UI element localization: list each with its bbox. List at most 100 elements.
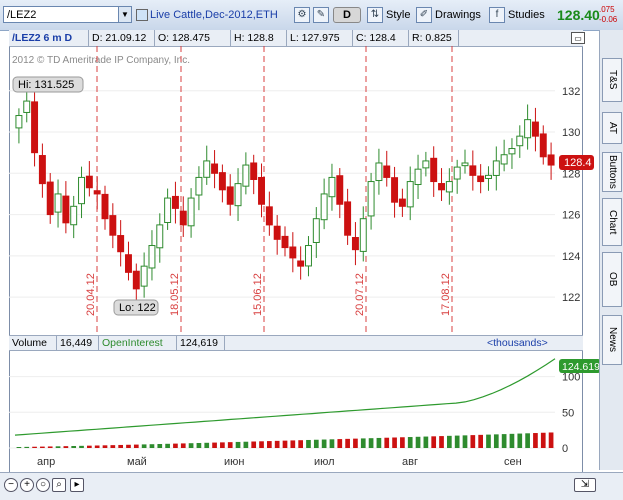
magnifier-icon[interactable]: ⌕ bbox=[52, 478, 66, 492]
volume-bar bbox=[376, 437, 382, 448]
expiry-label: 15.06.12 bbox=[252, 273, 264, 316]
studies-button[interactable]: Studies bbox=[508, 7, 545, 23]
candle-body bbox=[406, 181, 414, 208]
volume-info-bar: Volume 16,449 OpenInterest 124,619 <thou… bbox=[9, 335, 583, 351]
volume-bar bbox=[235, 441, 241, 448]
candle-body bbox=[344, 201, 352, 236]
expand-icon[interactable]: ⇲ bbox=[574, 478, 596, 492]
drawings-button[interactable]: Drawings bbox=[435, 7, 481, 23]
candle-body bbox=[445, 181, 453, 193]
style-button[interactable]: Style bbox=[386, 7, 410, 23]
candle-body bbox=[54, 193, 62, 213]
volume-value: 16,449 bbox=[57, 335, 99, 351]
volume-bar bbox=[243, 441, 249, 448]
symbol-input[interactable]: /LEZ2 bbox=[3, 6, 119, 23]
candle-body bbox=[312, 218, 320, 243]
side-tab-ob[interactable]: OB bbox=[602, 252, 622, 307]
candle-body bbox=[289, 246, 297, 259]
volume-bar bbox=[149, 444, 155, 448]
symbol-lookup-icon[interactable] bbox=[136, 9, 148, 21]
chart-title: /LEZ2 6 m D bbox=[9, 30, 89, 46]
price-chart[interactable]: 2012 © TD Ameritrade IP Company, Inc. 20… bbox=[9, 46, 599, 336]
symbol-dropdown-icon[interactable]: ▼ bbox=[118, 6, 132, 23]
volume-bar bbox=[63, 446, 69, 448]
candle-body bbox=[62, 195, 70, 224]
candle-body bbox=[383, 165, 391, 178]
price-tag: 128.4 bbox=[564, 157, 592, 169]
last-price: 128.40 bbox=[557, 7, 600, 23]
pan-icon[interactable]: ▸ bbox=[70, 478, 84, 492]
candle-body bbox=[547, 154, 555, 166]
volume-tick-label: 50 bbox=[562, 407, 574, 419]
zoom-reset-icon[interactable]: ○ bbox=[36, 478, 50, 492]
candle-body bbox=[508, 148, 516, 155]
candle-body bbox=[195, 176, 203, 196]
open-interest-line bbox=[14, 358, 556, 436]
price-tick-label: 130 bbox=[562, 127, 580, 139]
volume-bar bbox=[454, 435, 460, 448]
side-tab-chart[interactable]: Chart bbox=[602, 198, 622, 246]
copyright-text: 2012 © TD Ameritrade IP Company, Inc. bbox=[12, 55, 190, 66]
side-tab-at[interactable]: AT bbox=[602, 112, 622, 144]
candle-body bbox=[281, 235, 289, 249]
volume-bar bbox=[548, 432, 554, 448]
side-tab-news[interactable]: News bbox=[602, 315, 622, 365]
volume-bar bbox=[133, 444, 139, 448]
drawings-icon[interactable]: ✐ bbox=[416, 7, 432, 23]
side-tab-ts[interactable]: T&S bbox=[602, 58, 622, 102]
candle-body bbox=[85, 175, 93, 189]
candle-body bbox=[524, 119, 532, 139]
volume-bar bbox=[40, 446, 45, 448]
candle-body bbox=[38, 155, 46, 185]
candle-body bbox=[23, 100, 31, 113]
candle-body bbox=[477, 175, 485, 183]
candle-body bbox=[422, 160, 430, 169]
volume-bar bbox=[157, 444, 163, 448]
volume-bar bbox=[470, 435, 476, 448]
candle-body bbox=[93, 190, 101, 195]
expiry-label: 18.05.12 bbox=[169, 273, 181, 316]
candle-body bbox=[250, 162, 258, 180]
volume-bar bbox=[94, 445, 100, 448]
candle-body bbox=[414, 168, 422, 186]
style-icon[interactable]: ⇅ bbox=[367, 7, 383, 23]
period-button[interactable]: D bbox=[333, 7, 361, 23]
volume-bar bbox=[439, 436, 444, 448]
volume-bar bbox=[400, 437, 405, 448]
zoom-out-icon[interactable]: − bbox=[4, 478, 18, 492]
candle-body bbox=[320, 193, 328, 221]
chart-settings-icon[interactable]: ▭ bbox=[571, 32, 585, 44]
candle-body bbox=[305, 245, 312, 267]
volume-bar bbox=[79, 445, 84, 448]
candle-body bbox=[164, 197, 172, 223]
candle-body bbox=[132, 270, 140, 290]
volume-bar bbox=[165, 443, 170, 448]
month-label: май bbox=[127, 456, 147, 468]
volume-bar bbox=[259, 441, 264, 448]
hi-label: Hi: 131.525 bbox=[18, 79, 74, 91]
expiry-label: 20.07.12 bbox=[354, 273, 366, 316]
volume-bar bbox=[360, 438, 366, 448]
side-tab-buttons[interactable]: Buttons bbox=[602, 152, 622, 192]
month-label: сен bbox=[504, 456, 522, 468]
volume-chart[interactable]: 100500 124.619 bbox=[9, 351, 601, 455]
volume-bar bbox=[227, 442, 233, 448]
candle-body bbox=[469, 165, 477, 176]
volume-bar bbox=[415, 436, 421, 448]
volume-bar bbox=[517, 433, 523, 448]
volume-bar bbox=[501, 434, 507, 448]
price-tick-label: 126 bbox=[562, 210, 580, 222]
close-value: C: 128.4 bbox=[353, 30, 409, 46]
candle-body bbox=[203, 160, 211, 178]
volume-bar bbox=[525, 433, 530, 448]
volume-bar bbox=[329, 439, 335, 448]
candle-body bbox=[258, 176, 265, 205]
volume-bar bbox=[392, 437, 397, 448]
studies-icon[interactable]: f bbox=[489, 7, 505, 23]
volume-bar bbox=[306, 439, 311, 448]
candle-body bbox=[492, 160, 500, 176]
wrench-icon[interactable]: ✎ bbox=[313, 7, 329, 23]
zoom-in-icon[interactable]: + bbox=[20, 478, 34, 492]
settings-icon[interactable]: ⚙ bbox=[294, 7, 310, 23]
chart-toolbar: /LEZ2 ▼ Live Cattle,Dec-2012,ETH ⚙ ✎ D ⇅… bbox=[0, 0, 623, 31]
